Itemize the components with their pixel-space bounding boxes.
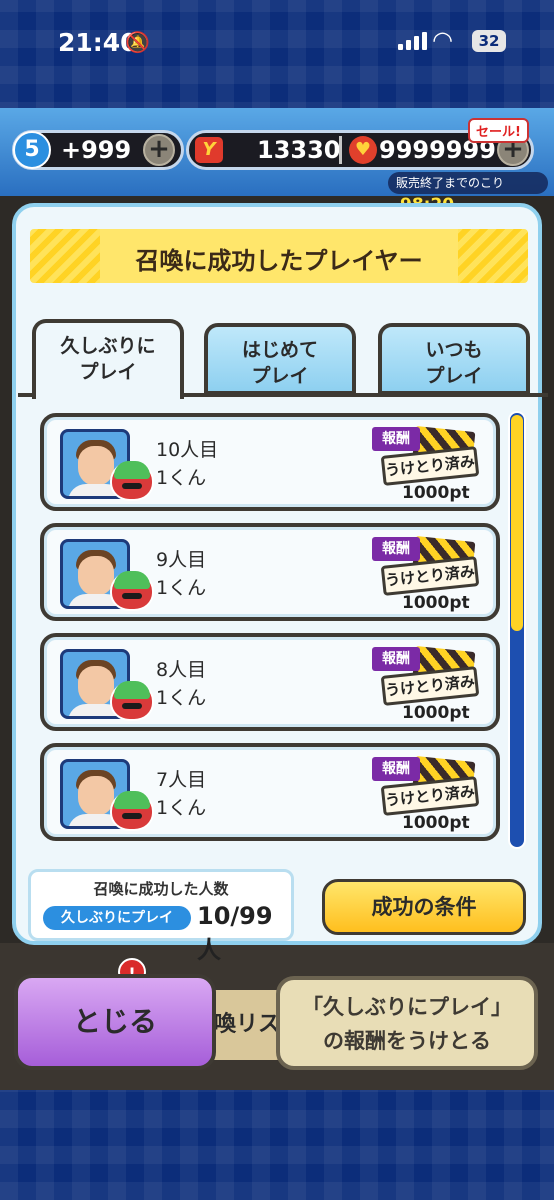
reward-tag: 報酬 — [372, 537, 420, 561]
stamina-pill: 5 +999 + — [12, 130, 184, 170]
conditions-button[interactable]: 成功の条件 — [322, 879, 526, 935]
currency-divider — [339, 136, 342, 164]
yokai-icon — [110, 681, 154, 721]
success-count-value: 10/99人 — [197, 902, 273, 964]
success-count-category: 久しぶりにプレイ — [43, 906, 191, 930]
tab-label-line1: いつも — [425, 339, 483, 361]
ycoin-icon: Y — [195, 137, 223, 163]
yokai-icon — [110, 571, 154, 611]
gem-icon: ♥ — [349, 136, 377, 164]
player-name: 1くん — [156, 687, 207, 709]
player-count: 7人目 — [156, 769, 207, 791]
reward-points: 1000pt — [402, 593, 470, 613]
tab-label-line1: はじめて — [241, 339, 318, 361]
received-stamp: うけとり済み — [380, 776, 480, 816]
close-button[interactable]: とじる — [14, 974, 216, 1070]
stamina-value: +999 — [61, 136, 132, 164]
player-name: 1くん — [156, 577, 207, 599]
reward-points: 1000pt — [402, 703, 470, 723]
success-count-label: 召喚に成功した人数 — [93, 880, 229, 898]
receive-reward-line1: 「久しぶりにプレイ」 — [302, 995, 512, 1019]
modal-title: 召喚に成功したプレイヤー — [135, 247, 423, 275]
success-count-box: 召喚に成功した人数 久しぶりにプレイ 10/99人 — [28, 869, 294, 964]
reward-tag: 報酬 — [372, 757, 420, 781]
tab-first-time[interactable]: はじめて プレイ — [204, 323, 356, 395]
player-count: 8人目 — [156, 659, 207, 681]
sale-badge[interactable]: セール! — [468, 118, 529, 143]
battery-icon: 32 — [472, 30, 506, 52]
list-item[interactable]: 9人目 1くん 報酬 1000pt うけとり済み — [40, 523, 500, 621]
player-count: 10人目 — [156, 439, 219, 461]
tab-label-line2: プレイ — [79, 361, 137, 383]
list-item[interactable]: 8人目 1くん 報酬 1000pt うけとり済み — [40, 633, 500, 731]
tab-bar: 久しぶりに プレイ はじめて プレイ いつも プレイ — [30, 319, 538, 399]
stamina-level-icon: 5 — [13, 131, 51, 169]
list-item[interactable]: 7人目 1くん 報酬 1000pt うけとり済み — [40, 743, 500, 841]
receive-reward-button[interactable]: 「久しぶりにプレイ」 の報酬をうけとる — [276, 976, 538, 1070]
bell-muted-icon: 🔕 — [125, 30, 150, 54]
ycoin-value: 13330 — [257, 136, 341, 164]
currency-bar: 5 +999 + Y 13330 ♥ 9999999 + セール! 販売終了まで… — [0, 108, 554, 215]
tab-label-line2: プレイ — [251, 365, 309, 387]
player-name: 1くん — [156, 467, 207, 489]
background-list-label: 喚リス — [214, 1012, 281, 1037]
player-list[interactable]: 10人目 1くん 報酬 1000pt うけとり済み 9人目 1くん 報酬 100… — [40, 413, 500, 845]
title-banner: 召喚に成功したプレイヤー — [30, 229, 528, 283]
list-item[interactable]: 10人目 1くん 報酬 1000pt うけとり済み — [40, 413, 500, 511]
timer-label: 販売終了までのこり — [396, 176, 505, 190]
yokai-icon — [110, 461, 154, 501]
tab-label-line2: プレイ — [425, 365, 483, 387]
reward-tag: 報酬 — [372, 427, 420, 451]
list-scrollbar[interactable] — [508, 411, 526, 849]
sale-timer: 販売終了までのこり98:20 — [388, 172, 548, 215]
received-stamp: うけとり済み — [380, 666, 480, 706]
tab-always[interactable]: いつも プレイ — [378, 323, 530, 395]
player-count: 9人目 — [156, 549, 207, 571]
tab-long-time[interactable]: 久しぶりに プレイ — [32, 319, 184, 399]
reward-tag: 報酬 — [372, 647, 420, 671]
scroll-thumb[interactable] — [511, 415, 523, 631]
modal-body: 召喚に成功したプレイヤー 久しぶりに プレイ はじめて プレイ いつも プレイ … — [18, 209, 548, 964]
yokai-icon — [110, 791, 154, 831]
add-stamina-button[interactable]: + — [143, 134, 175, 166]
reward-points: 1000pt — [402, 483, 470, 503]
player-name: 1くん — [156, 797, 207, 819]
wifi-icon: ◠ — [432, 26, 453, 54]
tab-label-line1: 久しぶりに — [60, 335, 156, 357]
status-bar: 21:40 🔕 ◠ 32 — [0, 0, 554, 88]
receive-reward-line2: の報酬をうけとる — [323, 1029, 491, 1053]
received-stamp: うけとり済み — [380, 446, 480, 486]
players-modal: 召喚に成功したプレイヤー 久しぶりに プレイ はじめて プレイ いつも プレイ … — [12, 203, 548, 964]
received-stamp: うけとり済み — [380, 556, 480, 596]
signal-icon — [398, 32, 427, 50]
reward-points: 1000pt — [402, 813, 470, 833]
